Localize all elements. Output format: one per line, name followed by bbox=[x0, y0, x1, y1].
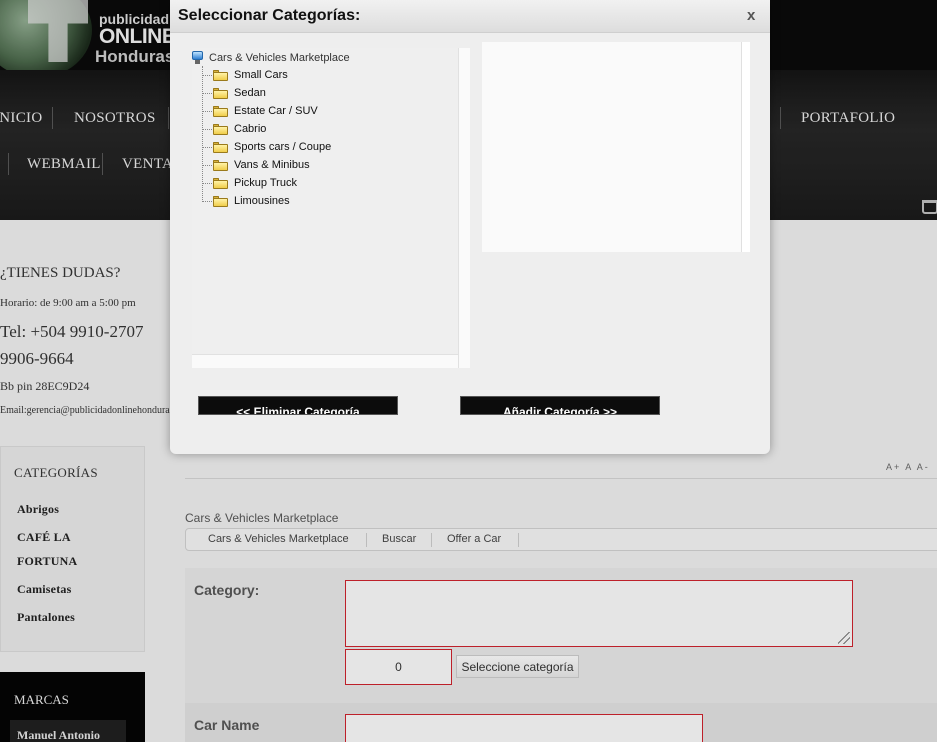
tree-node-sedan[interactable]: Sedan bbox=[202, 84, 266, 102]
tree-vertical-scrollbar[interactable] bbox=[458, 48, 470, 368]
tree-node-label: Pickup Truck bbox=[234, 177, 297, 189]
tree-node-label: Limousines bbox=[234, 195, 290, 207]
tree-node-label: Estate Car / SUV bbox=[234, 105, 318, 117]
folder-icon bbox=[213, 195, 228, 207]
tree-node-limousines[interactable]: Limousines bbox=[202, 192, 290, 210]
tree-root-label: Cars & Vehicles Marketplace bbox=[209, 52, 350, 64]
tree-node-label: Sedan bbox=[234, 87, 266, 99]
tree-node-sports-coupe[interactable]: Sports cars / Coupe bbox=[202, 138, 331, 156]
folder-icon bbox=[213, 159, 228, 171]
selected-list-scrollbar[interactable] bbox=[741, 42, 750, 252]
folder-icon bbox=[213, 177, 228, 189]
computer-icon bbox=[192, 51, 203, 65]
folder-icon bbox=[213, 141, 228, 153]
tree-node-label: Sports cars / Coupe bbox=[234, 141, 332, 153]
tree-node-label: Vans & Minibus bbox=[234, 159, 310, 171]
dialog-title: Seleccionar Categorías: bbox=[178, 7, 361, 24]
folder-icon bbox=[213, 69, 228, 81]
tree-node-estate-suv[interactable]: Estate Car / SUV bbox=[202, 102, 318, 120]
remove-category-button[interactable]: << Eliminar Categoría bbox=[198, 396, 398, 415]
folder-icon bbox=[213, 105, 228, 117]
folder-icon bbox=[213, 87, 228, 99]
folder-icon bbox=[213, 123, 228, 135]
tree-root[interactable]: Cars & Vehicles Marketplace bbox=[192, 50, 350, 66]
tree-node-small-cars[interactable]: Small Cars bbox=[202, 66, 288, 84]
select-categories-dialog: Seleccionar Categorías: x Cars & Vehicle… bbox=[170, 0, 770, 454]
tree-node-pickup-truck[interactable]: Pickup Truck bbox=[202, 174, 297, 192]
tree-node-vans-minibus[interactable]: Vans & Minibus bbox=[202, 156, 310, 174]
tree-node-label: Cabrio bbox=[234, 123, 267, 135]
tree-node-label: Small Cars bbox=[234, 69, 288, 81]
tree-node-cabrio[interactable]: Cabrio bbox=[202, 120, 266, 138]
add-category-button[interactable]: Añadir Categoría >> bbox=[460, 396, 660, 415]
close-icon[interactable]: x bbox=[747, 7, 755, 24]
tree-horizontal-scrollbar[interactable] bbox=[192, 354, 458, 368]
selected-categories-list[interactable] bbox=[482, 42, 741, 252]
dialog-header: Seleccionar Categorías: x bbox=[170, 0, 770, 33]
